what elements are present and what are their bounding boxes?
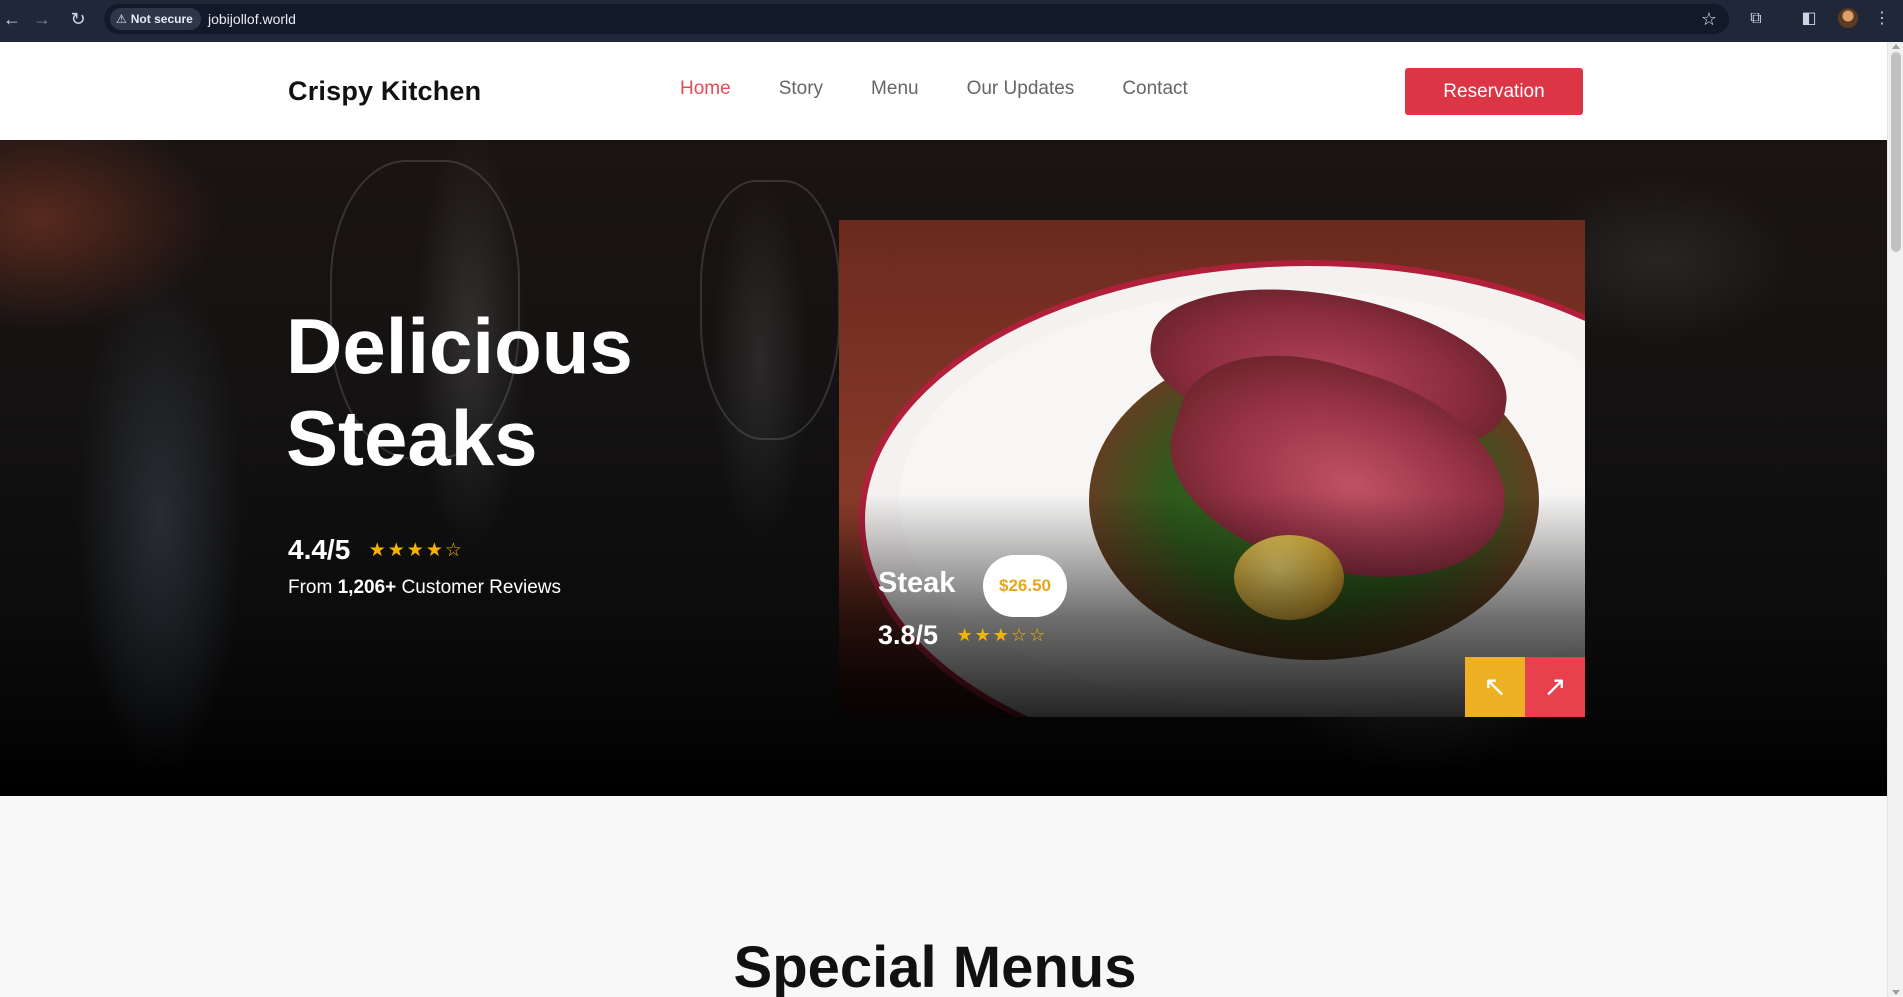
- dish-star-rating: ★★★☆☆: [956, 625, 1048, 645]
- hero-rating: 4.4/5 ★★★★☆: [288, 534, 464, 566]
- page-scrollbar[interactable]: [1887, 42, 1903, 997]
- special-menus-title: Special Menus: [733, 935, 1137, 997]
- background-wine-glass: [700, 180, 840, 440]
- site-header: Crispy Kitchen Home Story Menu Our Updat…: [0, 42, 1887, 140]
- extensions-icon[interactable]: ⧉: [1744, 7, 1768, 31]
- featured-dish-card: Steak $26.50 3.8/5 ★★★☆☆ ↖ ↗: [839, 220, 1585, 717]
- scroll-down-icon[interactable]: [1892, 990, 1900, 995]
- warning-icon: ⚠: [116, 12, 127, 26]
- nav-story[interactable]: Story: [779, 78, 823, 100]
- scrollbar-thumb[interactable]: [1891, 52, 1901, 252]
- hero-title: Delicious Steaks: [286, 302, 633, 482]
- brand-logo[interactable]: Crispy Kitchen: [288, 76, 481, 107]
- address-bar[interactable]: ⚠ Not secure jobijollof.world ☆: [104, 4, 1729, 34]
- scroll-up-icon[interactable]: [1892, 44, 1900, 49]
- back-arrow-icon[interactable]: ←: [0, 7, 24, 31]
- reload-icon[interactable]: ↻: [66, 7, 90, 31]
- hero-rating-score: 4.4/5: [288, 534, 351, 565]
- hero-reviews: From 1,206+ Customer Reviews: [288, 577, 561, 599]
- browser-toolbar: ← → ↻ ⚠ Not secure jobijollof.world ☆ ⧉ ◧…: [0, 0, 1903, 42]
- bookmark-star-icon[interactable]: ☆: [1701, 6, 1717, 32]
- reviews-prefix: From: [288, 577, 338, 598]
- menu-kebab-icon[interactable]: ⋮: [1870, 7, 1894, 31]
- arrow-up-right-icon: ↗: [1543, 671, 1567, 702]
- dish-rating-score: 3.8/5: [878, 620, 939, 650]
- nav-home[interactable]: Home: [680, 78, 731, 100]
- reviews-suffix: Customer Reviews: [396, 577, 561, 598]
- special-menus-section: Special Menus: [0, 796, 1887, 997]
- carousel-next-button[interactable]: ↗: [1525, 657, 1585, 717]
- reviews-count: 1,206+: [337, 577, 397, 598]
- security-label: Not secure: [130, 12, 193, 26]
- dish-rating: 3.8/5 ★★★☆☆: [878, 620, 1047, 651]
- dish-name: Steak: [878, 567, 956, 599]
- url-text[interactable]: jobijollof.world: [208, 4, 296, 34]
- main-nav: Home Story Menu Our Updates Contact: [680, 78, 1236, 100]
- forward-arrow-icon[interactable]: →: [30, 7, 54, 31]
- carousel-prev-button[interactable]: ↖: [1465, 657, 1525, 717]
- side-panel-icon[interactable]: ◧: [1797, 7, 1821, 31]
- dish-price-badge: $26.50: [983, 555, 1067, 617]
- reservation-button[interactable]: Reservation: [1405, 68, 1583, 115]
- nav-menu[interactable]: Menu: [871, 78, 919, 100]
- nav-contact[interactable]: Contact: [1122, 78, 1187, 100]
- hero-star-rating: ★★★★☆: [368, 539, 464, 561]
- arrow-up-left-icon: ↖: [1483, 671, 1507, 702]
- nav-our-updates[interactable]: Our Updates: [967, 78, 1075, 100]
- hero-section: Delicious Steaks 4.4/5 ★★★★☆ From 1,206+…: [0, 140, 1887, 796]
- profile-avatar[interactable]: [1838, 8, 1858, 28]
- security-indicator[interactable]: ⚠ Not secure: [110, 8, 201, 30]
